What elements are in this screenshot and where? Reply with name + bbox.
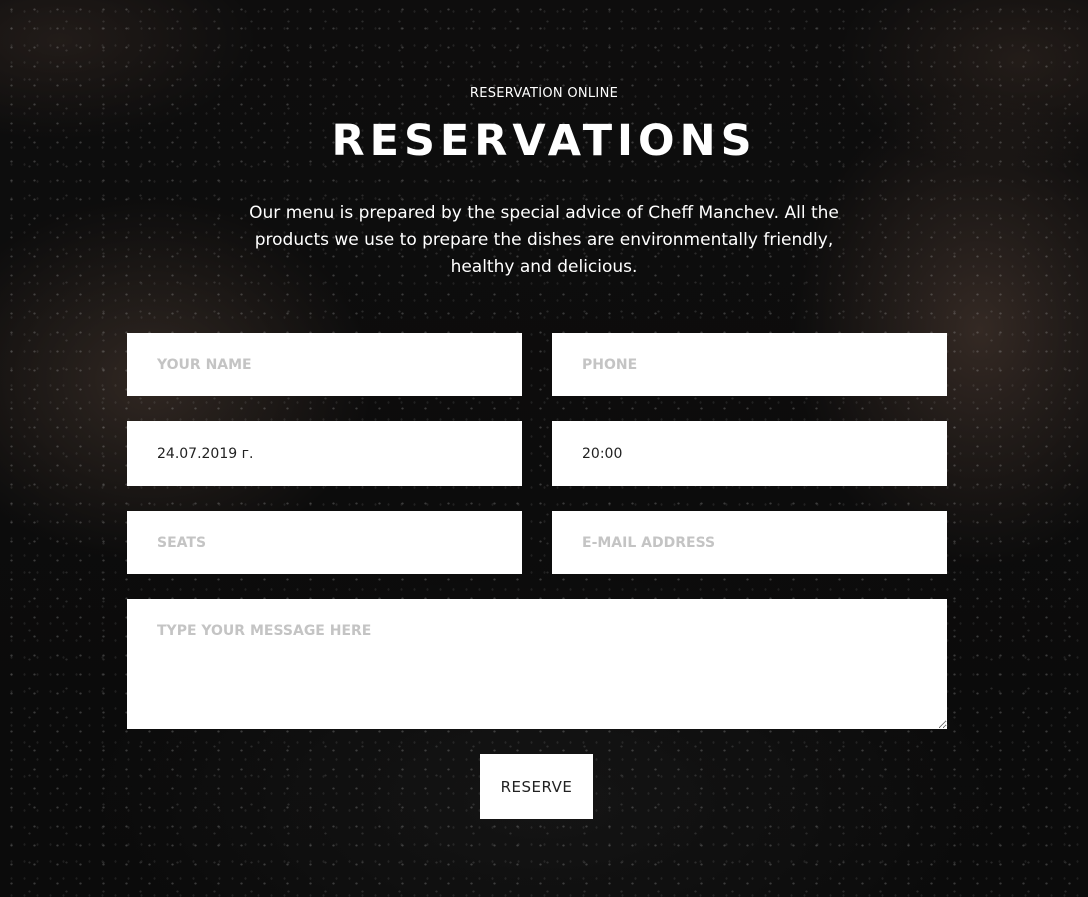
page-title: RESERVATIONS (331, 116, 757, 166)
phone-input[interactable] (552, 333, 947, 396)
email-input[interactable] (552, 511, 947, 574)
reservation-section: RESERVATION ONLINE RESERVATIONS Our menu… (0, 0, 1088, 897)
intro-text: Our menu is prepared by the special advi… (249, 203, 839, 277)
message-textarea[interactable] (127, 599, 947, 729)
time-input[interactable] (552, 421, 947, 486)
date-input[interactable] (127, 421, 522, 486)
name-input[interactable] (127, 333, 522, 396)
seats-input[interactable] (127, 511, 522, 574)
reserve-button[interactable]: RESERVE (480, 754, 593, 819)
section-kicker: RESERVATION ONLINE (469, 86, 619, 101)
